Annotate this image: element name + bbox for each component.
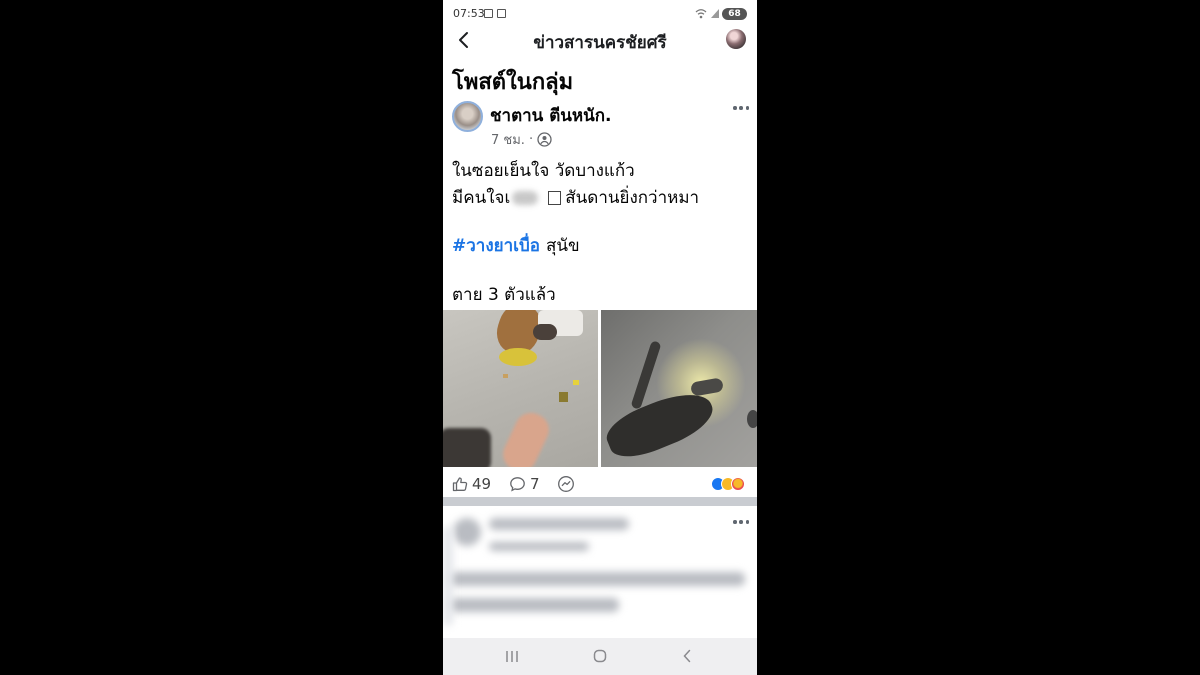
post-text-line-1: ในซอยเย็นใจ วัดบางแก้ว	[452, 161, 635, 181]
hashtag-line: #วางยาเบื่อ สุนัข	[452, 232, 580, 259]
recent-apps-icon[interactable]	[505, 650, 519, 663]
finger-shape	[497, 407, 555, 467]
post-text-line-2-start: มีคนใจเ	[452, 188, 511, 208]
blurred-edge	[443, 526, 453, 626]
nav-back-icon[interactable]	[682, 649, 692, 663]
group-audience-icon	[537, 132, 552, 147]
comment-count[interactable]: 7	[530, 475, 540, 493]
hand-shape	[443, 428, 491, 467]
post-text-line-2-end: สันดานยิ่งกว่าหมา	[565, 188, 700, 208]
censored-blur	[512, 190, 539, 205]
app-notification-icon	[497, 9, 506, 18]
blurred-name	[489, 518, 629, 530]
battery-indicator: 68	[722, 8, 747, 20]
blurred-text-line	[449, 572, 745, 586]
blurred-avatar	[453, 518, 481, 546]
phone-screen: 07:53 68 ข่าวสารนครชัยศรี โพสต์ในกลุ่ม ช…	[443, 0, 757, 675]
more-options-icon[interactable]	[733, 520, 749, 524]
hashtag-link[interactable]: #วางยาเบื่อ	[452, 232, 540, 259]
author-avatar[interactable]	[452, 101, 483, 132]
system-nav-bar	[443, 638, 757, 675]
hashtag-trailing-text: สุนัข	[545, 236, 580, 256]
post-meta: 7 ชม. ·	[491, 129, 552, 150]
debris-shape	[503, 374, 508, 378]
post-time[interactable]: 7 ชม.	[491, 129, 525, 150]
profile-avatar[interactable]	[726, 29, 746, 49]
blurred-time	[489, 542, 589, 551]
comment-icon[interactable]	[509, 476, 526, 492]
page-title: โพสต์ในกลุ่ม	[452, 70, 574, 95]
status-time: 07:53	[453, 7, 485, 20]
yellow-food-shape	[499, 348, 537, 366]
group-title[interactable]: ข่าวสารนครชัยศรี	[443, 29, 757, 56]
engagement-bar: 49 7	[443, 474, 757, 494]
missing-glyph-box	[548, 190, 562, 205]
post-divider	[443, 497, 757, 506]
screenshot-notification-icon	[484, 9, 493, 18]
more-options-icon[interactable]	[733, 106, 749, 110]
home-icon[interactable]	[593, 649, 607, 663]
next-post-blurred[interactable]	[443, 506, 757, 638]
blurred-text-line	[449, 598, 619, 612]
debris-shape	[573, 380, 579, 385]
messenger-icon[interactable]	[557, 475, 575, 493]
love-reaction-icon[interactable]	[731, 477, 745, 491]
shadow-shape	[533, 324, 557, 340]
thumbs-up-icon[interactable]	[452, 476, 468, 492]
object-shape	[747, 410, 757, 428]
author-name[interactable]: ชาตาน ตีนหนัก.	[490, 102, 611, 129]
post-photo-1[interactable]	[443, 310, 598, 467]
post-text-line-2: มีคนใจเ สันดานยิ่งกว่าหมา	[452, 184, 699, 211]
chevron-left-icon[interactable]	[456, 31, 472, 49]
meta-separator: ·	[528, 132, 534, 147]
post-caption: ตาย 3 ตัวแล้ว	[452, 285, 556, 305]
like-count[interactable]: 49	[472, 475, 491, 493]
debris-shape	[559, 392, 568, 402]
wifi-icon	[695, 9, 707, 19]
signal-icon	[711, 9, 719, 18]
post-photo-2[interactable]	[601, 310, 757, 467]
